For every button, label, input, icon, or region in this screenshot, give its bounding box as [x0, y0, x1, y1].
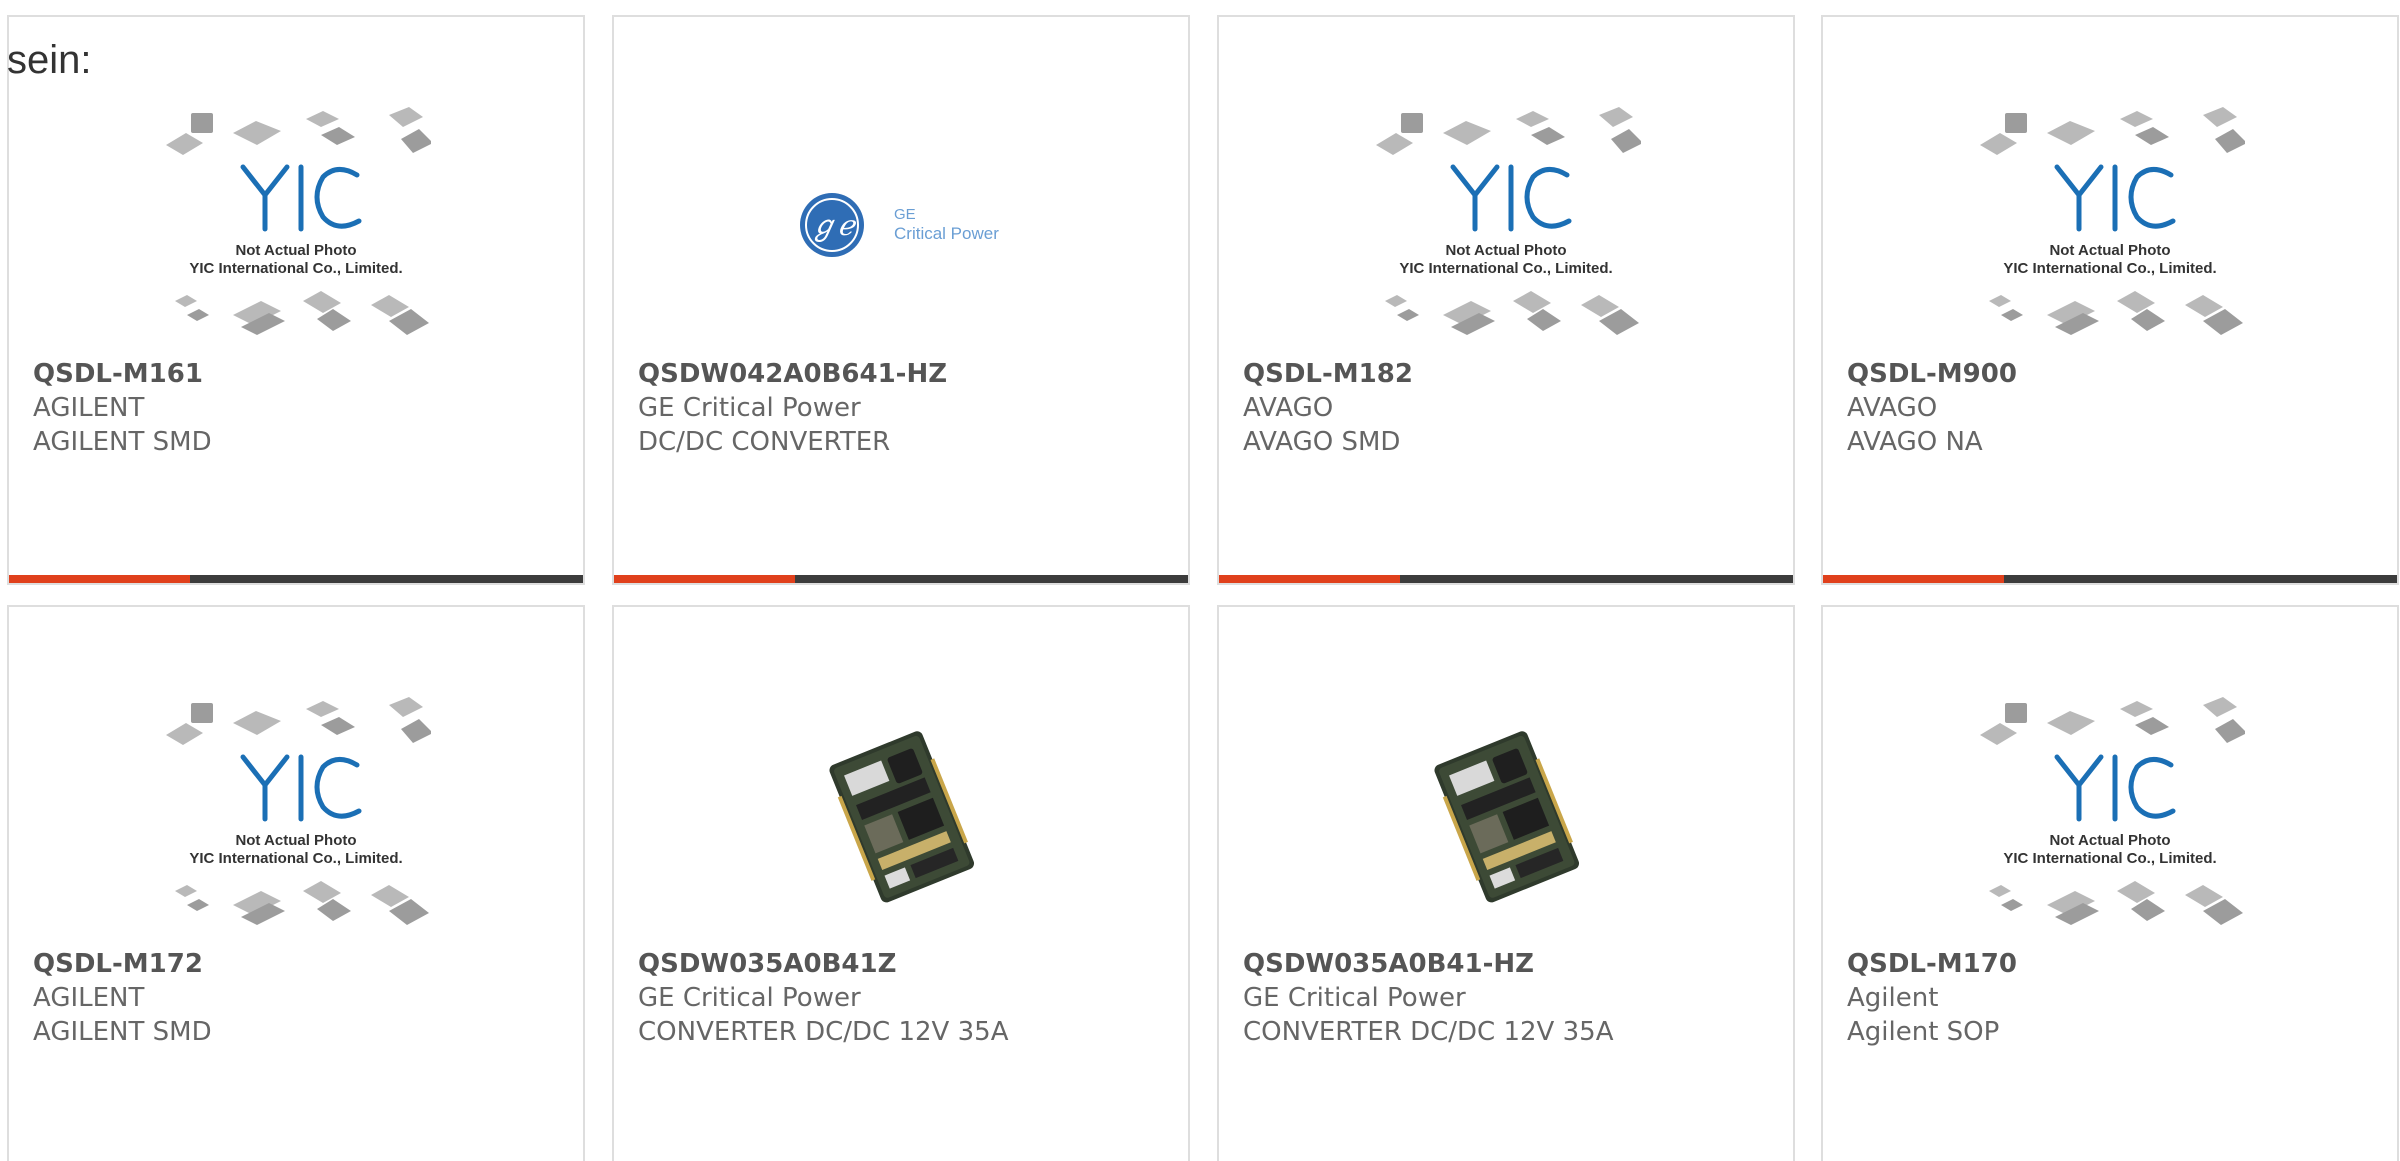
- product-card[interactable]: Not Actual Photo YIC International Co., …: [1821, 605, 2399, 1161]
- yic-placeholder-image: Not Actual Photo YIC International Co., …: [166, 697, 431, 925]
- description-label: DC/DC CONVERTER: [638, 427, 891, 457]
- product-photo[interactable]: ℊℯ GE Critical Power: [614, 95, 1188, 355]
- yic-logo: [240, 164, 362, 232]
- product-photo[interactable]: [1219, 685, 1793, 945]
- manufacturer-label: AVAGO: [1847, 393, 1938, 423]
- manufacturer-label: Agilent: [1847, 983, 1939, 1013]
- yic-placeholder-image: Not Actual Photo YIC International Co., …: [166, 107, 431, 335]
- part-number-link[interactable]: QSDW042A0B641-HZ: [638, 357, 1178, 391]
- product-info: QSDL-M900 AVAGO AVAGO NA: [1847, 357, 2387, 459]
- description-label: AGILENT SMD: [33, 1017, 212, 1047]
- part-number-link[interactable]: QSDL-M161: [33, 357, 573, 391]
- ge-logo-line2: Critical Power: [894, 224, 999, 243]
- product-photo[interactable]: Not Actual Photo YIC International Co., …: [9, 685, 583, 945]
- product-info: QSDL-M182 AVAGO AVAGO SMD: [1243, 357, 1783, 459]
- product-photo[interactable]: Not Actual Photo YIC International Co., …: [9, 95, 583, 355]
- description-label: CONVERTER DC/DC 12V 35A: [1243, 1017, 1614, 1047]
- card-progress-fill: [1823, 575, 2004, 583]
- pcb-module-image: [829, 731, 975, 903]
- svg-text:ℊℯ: ℊℯ: [810, 209, 858, 242]
- chip-cluster-top: [1980, 697, 2245, 745]
- chip-cluster-top: [1376, 107, 1641, 155]
- yic-logo: [2054, 754, 2176, 822]
- chip-cluster-top: [166, 107, 431, 155]
- chip-cluster-bottom: [1989, 291, 2243, 335]
- placeholder-caption-line2: YIC International Co., Limited.: [189, 850, 402, 867]
- card-progress-bar: [614, 575, 1188, 583]
- card-progress-bar: [1823, 575, 2397, 583]
- placeholder-caption-line1: Not Actual Photo: [235, 832, 356, 849]
- description-label: CONVERTER DC/DC 12V 35A: [638, 1017, 1009, 1047]
- product-card[interactable]: ℊℯ GE Critical Power QSDW042A0B641-HZ GE…: [612, 15, 1190, 585]
- product-photo[interactable]: Not Actual Photo YIC International Co., …: [1823, 685, 2397, 945]
- yic-placeholder-image: Not Actual Photo YIC International Co., …: [1376, 107, 1641, 335]
- product-card[interactable]: Not Actual Photo YIC International Co., …: [1821, 15, 2399, 585]
- chip-cluster-bottom: [1385, 291, 1639, 335]
- page: sein: Not Actual Photo YIC International…: [0, 0, 2400, 1161]
- placeholder-caption-line2: YIC International Co., Limited.: [2003, 260, 2216, 277]
- yic-logo: [2054, 164, 2176, 232]
- product-info: QSDL-M161 AGILENT AGILENT SMD: [33, 357, 573, 459]
- part-number-link[interactable]: QSDL-M900: [1847, 357, 2387, 391]
- manufacturer-label: AVAGO: [1243, 393, 1334, 423]
- yic-logo: [1450, 164, 1572, 232]
- chip-cluster-bottom: [175, 881, 429, 925]
- product-grid: Not Actual Photo YIC International Co., …: [7, 15, 2400, 1161]
- product-photo[interactable]: Not Actual Photo YIC International Co., …: [1219, 95, 1793, 355]
- ge-logo-image: ℊℯ GE Critical Power: [800, 193, 999, 257]
- yic-placeholder-image: Not Actual Photo YIC International Co., …: [1980, 107, 2245, 335]
- chip-cluster-bottom: [175, 291, 429, 335]
- manufacturer-label: GE Critical Power: [638, 983, 861, 1013]
- product-card[interactable]: Not Actual Photo YIC International Co., …: [7, 15, 585, 585]
- placeholder-caption-line1: Not Actual Photo: [2049, 242, 2170, 259]
- card-progress-fill: [9, 575, 190, 583]
- product-info: QSDW035A0B41Z GE Critical Power CONVERTE…: [638, 947, 1178, 1049]
- placeholder-caption-line1: Not Actual Photo: [1445, 242, 1566, 259]
- description-label: AVAGO NA: [1847, 427, 1983, 457]
- description-label: Agilent SOP: [1847, 1017, 2000, 1047]
- product-card[interactable]: Not Actual Photo YIC International Co., …: [1217, 15, 1795, 585]
- part-number-link[interactable]: QSDL-M170: [1847, 947, 2387, 981]
- ge-logo-line1: GE: [894, 206, 916, 223]
- card-progress-bar: [9, 575, 583, 583]
- manufacturer-label: GE Critical Power: [1243, 983, 1466, 1013]
- product-info: QSDW042A0B641-HZ GE Critical Power DC/DC…: [638, 357, 1178, 459]
- placeholder-caption-line2: YIC International Co., Limited.: [1399, 260, 1612, 277]
- product-info: QSDL-M170 Agilent Agilent SOP: [1847, 947, 2387, 1049]
- card-progress-fill: [1219, 575, 1400, 583]
- product-card[interactable]: QSDW035A0B41Z GE Critical Power CONVERTE…: [612, 605, 1190, 1161]
- chip-cluster-top: [1980, 107, 2245, 155]
- chip-cluster-bottom: [1989, 881, 2243, 925]
- product-photo[interactable]: Not Actual Photo YIC International Co., …: [1823, 95, 2397, 355]
- product-info: QSDL-M172 AGILENT AGILENT SMD: [33, 947, 573, 1049]
- part-number-link[interactable]: QSDW035A0B41Z: [638, 947, 1178, 981]
- placeholder-caption-line2: YIC International Co., Limited.: [2003, 850, 2216, 867]
- description-label: AGILENT SMD: [33, 427, 212, 457]
- yic-placeholder-image: Not Actual Photo YIC International Co., …: [1980, 697, 2245, 925]
- placeholder-caption-line1: Not Actual Photo: [2049, 832, 2170, 849]
- manufacturer-label: AGILENT: [33, 393, 145, 423]
- card-progress-bar: [1219, 575, 1793, 583]
- card-progress-fill: [614, 575, 795, 583]
- yic-logo: [240, 754, 362, 822]
- part-number-link[interactable]: QSDL-M182: [1243, 357, 1783, 391]
- product-card[interactable]: QSDW035A0B41-HZ GE Critical Power CONVER…: [1217, 605, 1795, 1161]
- product-photo[interactable]: [614, 685, 1188, 945]
- manufacturer-label: GE Critical Power: [638, 393, 861, 423]
- product-info: QSDW035A0B41-HZ GE Critical Power CONVER…: [1243, 947, 1783, 1049]
- lead-text: sein:: [7, 38, 92, 82]
- description-label: AVAGO SMD: [1243, 427, 1401, 457]
- part-number-link[interactable]: QSDL-M172: [33, 947, 573, 981]
- product-card[interactable]: Not Actual Photo YIC International Co., …: [7, 605, 585, 1161]
- placeholder-caption-line1: Not Actual Photo: [235, 242, 356, 259]
- placeholder-caption-line2: YIC International Co., Limited.: [189, 260, 402, 277]
- pcb-module-image: [1434, 731, 1580, 903]
- manufacturer-label: AGILENT: [33, 983, 145, 1013]
- chip-cluster-top: [166, 697, 431, 745]
- part-number-link[interactable]: QSDW035A0B41-HZ: [1243, 947, 1783, 981]
